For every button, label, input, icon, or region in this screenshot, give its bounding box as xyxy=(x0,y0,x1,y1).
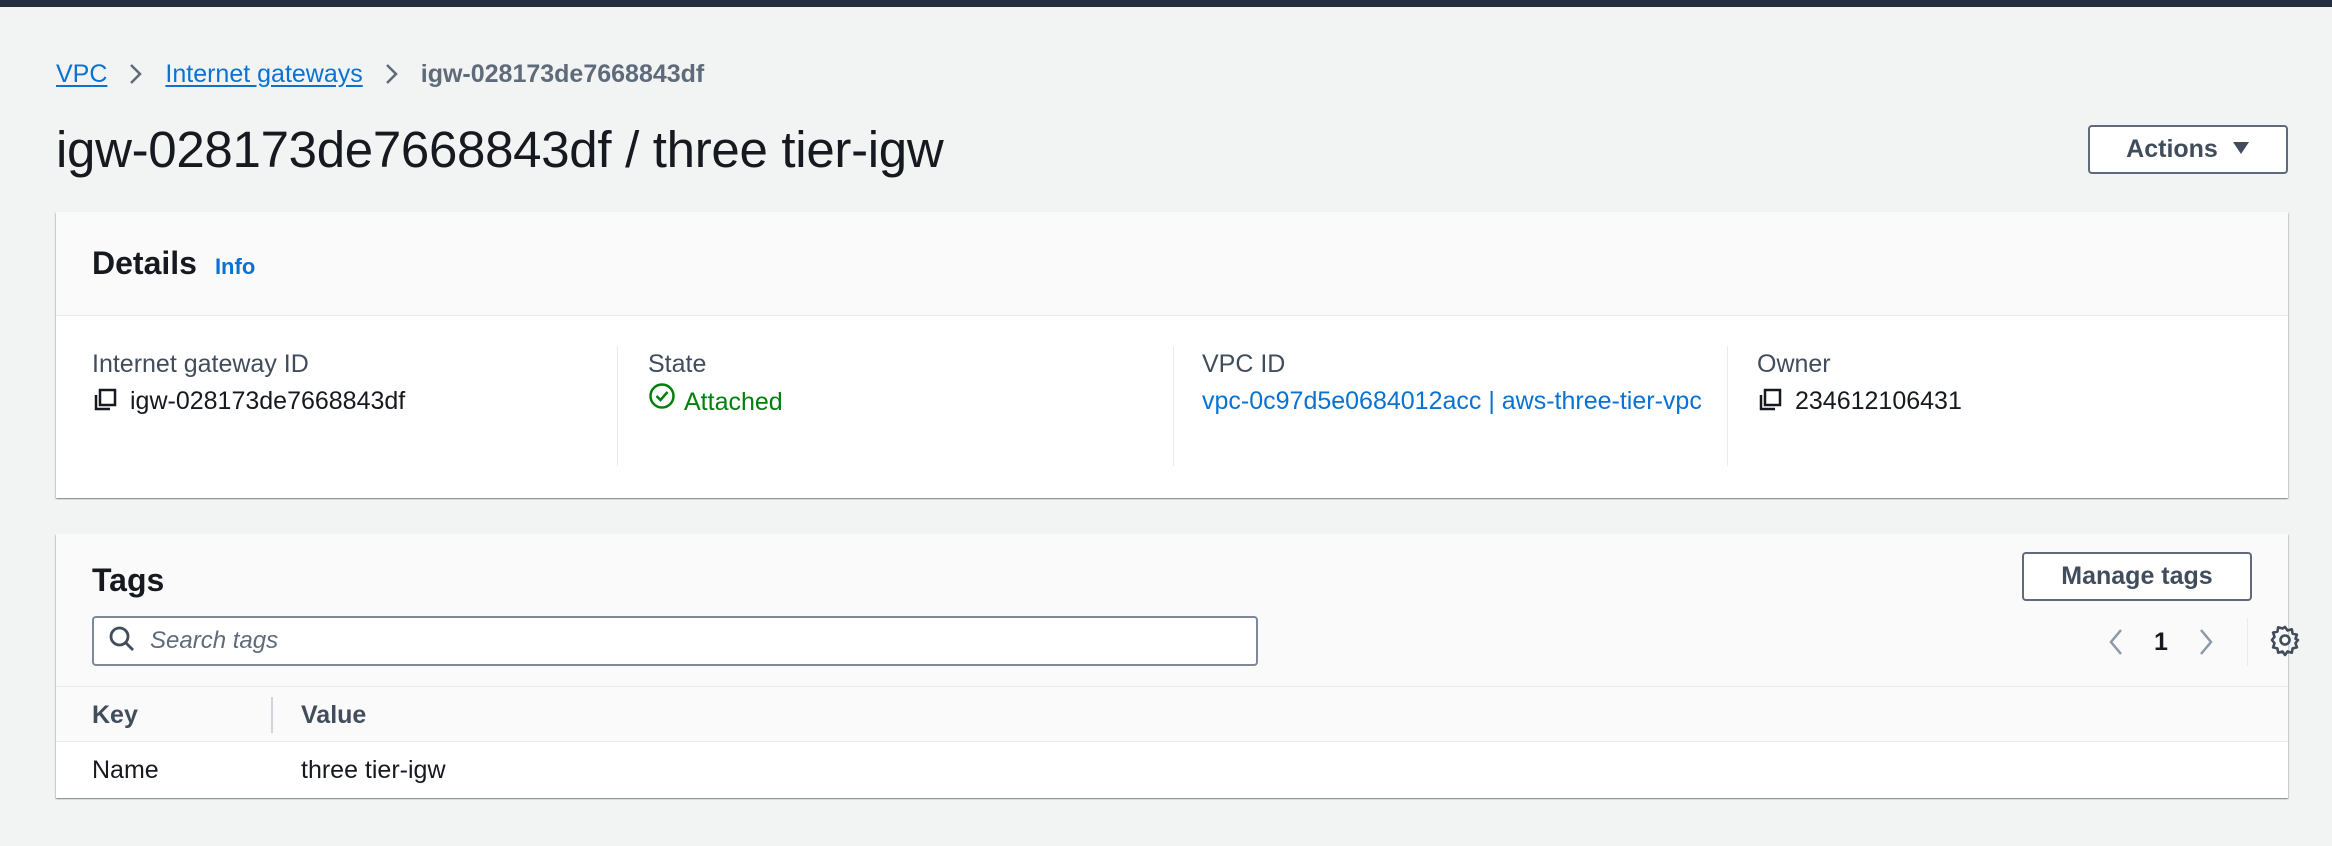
details-body: Internet gateway ID igw-028173de7668843d… xyxy=(56,316,2288,496)
tags-table: Key Value Name three tier-igw xyxy=(56,686,2288,798)
column-divider xyxy=(1173,346,1174,466)
igw-id-field: Internet gateway ID igw-028173de7668843d… xyxy=(92,346,405,420)
details-title: Details xyxy=(92,245,197,281)
column-divider xyxy=(617,346,618,466)
vpc-id-value-row: vpc-0c97d5e0684012acc | aws-three-tier-v… xyxy=(1202,382,1722,420)
tag-value-cell: three tier-igw xyxy=(301,755,446,784)
actions-button[interactable]: Actions xyxy=(2088,125,2288,174)
vpc-id-link[interactable]: vpc-0c97d5e0684012acc | aws-three-tier-v… xyxy=(1202,382,1722,420)
page-number[interactable]: 1 xyxy=(2136,628,2186,657)
details-header: Details Info xyxy=(56,212,2288,316)
tag-key-cell: Name xyxy=(92,755,159,784)
breadcrumb: VPC Internet gateways igw-028173de766884… xyxy=(56,56,704,92)
angle-right-icon[interactable] xyxy=(2186,622,2226,662)
search-icon xyxy=(108,625,136,658)
table-header: Key Value xyxy=(56,686,2288,742)
page-title: igw-028173de7668843df / three tier-igw xyxy=(56,121,944,178)
manage-tags-button[interactable]: Manage tags xyxy=(2022,552,2252,601)
tags-panel: Tags Manage tags 1 xyxy=(56,534,2300,798)
owner-field: Owner 234612106431 xyxy=(1757,346,1962,420)
search-tags-field[interactable] xyxy=(92,616,1258,666)
vpc-id-field: VPC ID vpc-0c97d5e0684012acc | aws-three… xyxy=(1202,346,1722,420)
breadcrumb-vpc-link[interactable]: VPC xyxy=(56,60,107,89)
pagination: 1 xyxy=(2096,622,2226,662)
settings-icon[interactable] xyxy=(2267,622,2303,658)
state-value-row: Attached xyxy=(648,382,783,421)
chevron-right-icon xyxy=(107,56,165,92)
breadcrumb-internet-gateways-link[interactable]: Internet gateways xyxy=(165,60,362,89)
tags-header: Tags Manage tags 1 xyxy=(56,534,2300,686)
column-divider xyxy=(1727,346,1728,466)
top-navigation-bar xyxy=(0,0,2332,7)
igw-id-value-row: igw-028173de7668843df xyxy=(92,382,405,420)
details-panel: Details Info Internet gateway ID igw-028… xyxy=(56,212,2288,498)
table-row: Name three tier-igw xyxy=(56,742,2288,798)
owner-value-row: 234612106431 xyxy=(1757,382,1962,420)
copy-icon[interactable] xyxy=(1757,387,1783,415)
pagination-divider xyxy=(2247,618,2248,666)
column-header-key[interactable]: Key xyxy=(92,687,138,743)
chevron-right-icon xyxy=(363,56,421,92)
owner-value: 234612106431 xyxy=(1795,387,1962,415)
breadcrumb-current: igw-028173de7668843df xyxy=(420,59,705,88)
tags-title: Tags xyxy=(92,562,165,598)
state-field: State Attached xyxy=(648,346,783,421)
owner-label: Owner xyxy=(1757,350,1831,378)
search-tags-input[interactable] xyxy=(150,627,1250,655)
column-header-value[interactable]: Value xyxy=(301,687,366,743)
actions-button-label: Actions xyxy=(2126,135,2218,163)
angle-left-icon[interactable] xyxy=(2096,622,2136,662)
info-link[interactable]: Info xyxy=(215,254,255,280)
igw-id-value: igw-028173de7668843df xyxy=(130,387,406,415)
status-success-icon xyxy=(648,382,684,421)
column-resizer[interactable] xyxy=(271,697,273,733)
state-label: State xyxy=(648,350,707,378)
vpc-id-label: VPC ID xyxy=(1202,350,1286,378)
igw-id-label: Internet gateway ID xyxy=(92,350,309,378)
caret-down-icon xyxy=(2232,138,2250,161)
state-value: Attached xyxy=(684,387,783,416)
copy-icon[interactable] xyxy=(92,387,118,415)
